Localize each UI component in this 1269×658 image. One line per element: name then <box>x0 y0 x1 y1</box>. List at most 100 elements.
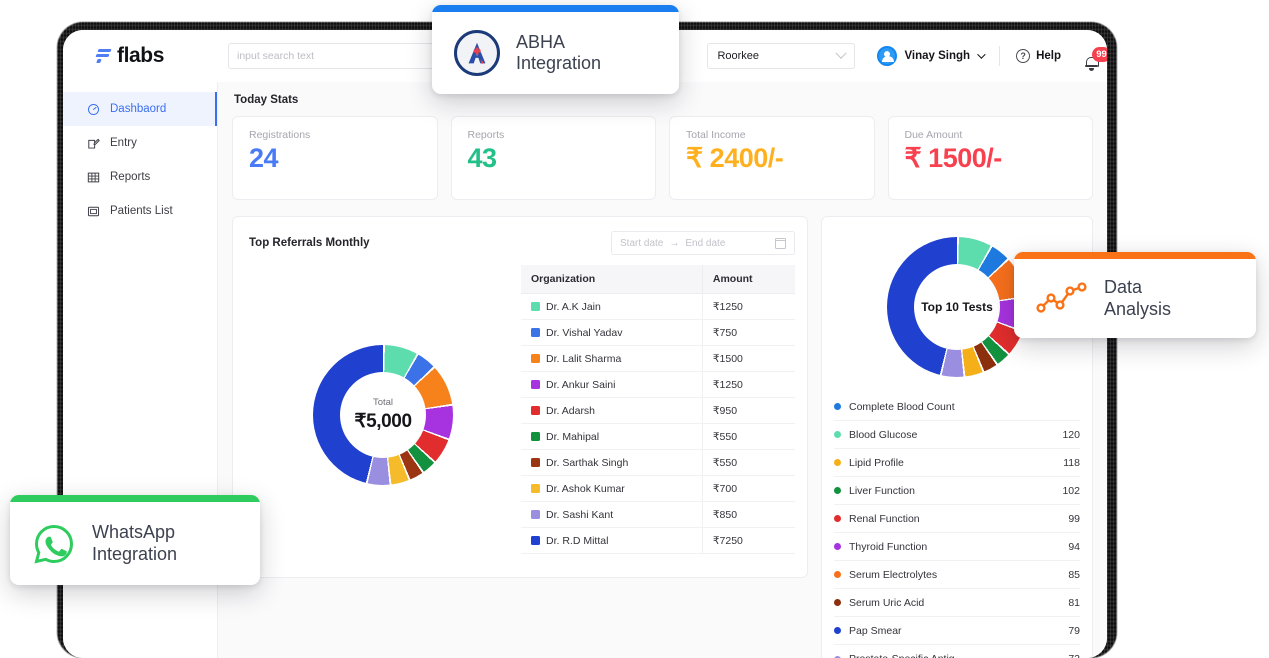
list-item[interactable]: Blood Glucose 120 <box>834 421 1080 449</box>
patients-list-icon <box>87 206 100 216</box>
color-swatch-icon <box>531 431 540 441</box>
date-range-picker[interactable]: Start date → End date <box>611 231 795 255</box>
feature-card-accent-bar <box>1014 252 1256 259</box>
legend-value: 81 <box>1068 596 1080 609</box>
color-swatch-icon <box>531 327 540 337</box>
brand-logo[interactable]: flabs <box>63 44 218 68</box>
sidebar-item-entry[interactable]: Entry <box>63 126 217 160</box>
legend-value: 94 <box>1068 540 1080 553</box>
legend-label: Blood Glucose <box>849 428 918 441</box>
cell-amount: ₹1500 <box>701 345 795 372</box>
color-swatch-icon <box>531 535 540 545</box>
sidebar-item-reports[interactable]: Reports <box>63 160 217 194</box>
organization-name: Dr. Ankur Saini <box>546 378 616 391</box>
legend-label: Serum Electrolytes <box>849 568 938 581</box>
stat-card-due-amount: Due Amount ₹ 1500/- <box>887 116 1093 200</box>
cell-organization: Dr. Lalit Sharma <box>521 345 703 372</box>
cell-amount: ₹1250 <box>701 371 795 398</box>
referrals-body: Total ₹5,000 Organization Amount Dr. A.K… <box>245 265 795 565</box>
list-item[interactable]: Serum Uric Acid 81 <box>834 589 1080 617</box>
user-menu[interactable]: Vinay Singh <box>877 46 986 66</box>
table-row[interactable]: Dr. Sarthak Singh ₹550 <box>521 449 795 476</box>
organization-name: Dr. R.D Mittal <box>546 534 609 547</box>
list-item[interactable]: Pap Smear 79 <box>834 617 1080 645</box>
cell-organization: Dr. Vishal Yadav <box>521 319 703 346</box>
legend-value: 72 <box>1068 653 1080 658</box>
legend-label: Thyroid Function <box>849 540 928 553</box>
search-input[interactable] <box>228 43 460 69</box>
chevron-down-icon <box>977 50 986 59</box>
list-item[interactable]: Liver Function 102 <box>834 477 1080 505</box>
table-row[interactable]: Dr. A.K Jain ₹1250 <box>521 293 795 320</box>
color-swatch-icon <box>531 379 540 389</box>
end-date-input[interactable]: End date <box>685 238 725 249</box>
table-row[interactable]: Dr. Lalit Sharma ₹1500 <box>521 345 795 372</box>
table-row[interactable]: Dr. Ankur Saini ₹1250 <box>521 371 795 398</box>
feature-card-abha[interactable]: ABHA Integration <box>432 5 679 94</box>
chevron-down-icon <box>835 47 848 59</box>
table-row[interactable]: Dr. Mahipal ₹550 <box>521 423 795 450</box>
feature-card-whatsapp[interactable]: WhatsApp Integration <box>10 495 260 585</box>
donut-title: Top 10 Tests <box>921 300 993 314</box>
column-header-amount: Amount <box>701 265 795 294</box>
referrals-donut-container: Total ₹5,000 <box>245 265 521 565</box>
organization-name: Dr. Mahipal <box>546 430 600 443</box>
list-item[interactable]: Complete Blood Count <box>834 393 1080 421</box>
list-item[interactable]: Thyroid Function 94 <box>834 533 1080 561</box>
stat-label: Total Income <box>686 129 746 141</box>
help-button[interactable]: ? Help <box>1016 49 1061 63</box>
table-row[interactable]: Dr. Ashok Kumar ₹700 <box>521 475 795 502</box>
cell-organization: Dr. Sashi Kant <box>521 501 703 528</box>
whatsapp-icon <box>32 522 76 566</box>
list-item[interactable]: Renal Function 99 <box>834 505 1080 533</box>
sidebar-item-patients-list[interactable]: Patients List <box>63 194 217 228</box>
legend-label: Serum Uric Acid <box>849 596 925 609</box>
legend-dot-icon <box>834 487 841 494</box>
start-date-input[interactable]: Start date <box>620 238 663 249</box>
cell-organization: Dr. A.K Jain <box>521 293 703 320</box>
list-item[interactable]: Lipid Profile 118 <box>834 449 1080 477</box>
color-swatch-icon <box>531 353 540 363</box>
legend-dot-icon <box>834 599 841 606</box>
list-item[interactable]: Prostate-Specific Antig72 <box>834 645 1080 658</box>
question-circle-icon: ? <box>1016 49 1031 63</box>
legend-value: 85 <box>1068 568 1080 581</box>
table-row[interactable]: Dr. Sashi Kant ₹850 <box>521 501 795 528</box>
cell-organization: Dr. Mahipal <box>521 423 703 450</box>
cell-amount: ₹750 <box>701 319 795 346</box>
notification-badge: 99 <box>1092 47 1107 62</box>
stat-value: 43 <box>467 143 498 173</box>
table-row[interactable]: Dr. Vishal Yadav ₹750 <box>521 319 795 346</box>
cell-amount: ₹7250 <box>701 527 795 554</box>
organization-name: Dr. Sashi Kant <box>546 508 614 521</box>
legend-label: Complete Blood Count <box>849 400 955 413</box>
panels-row: Top Referrals Monthly Start date → End d… <box>232 216 1093 658</box>
main-content: Today Stats Registrations 24 Reports 43 … <box>218 82 1107 658</box>
flabs-logo-icon <box>95 48 112 65</box>
organization-name: Dr. Adarsh <box>546 404 596 417</box>
cell-organization: Dr. Sarthak Singh <box>521 449 703 476</box>
top-tests-legend: Complete Blood Count Blood Glucose 120 Lipi… <box>834 393 1080 658</box>
legend-dot-icon <box>834 403 841 410</box>
legend-value: 102 <box>1062 484 1080 497</box>
table-row[interactable]: Dr. R.D Mittal ₹7250 <box>521 527 795 554</box>
reports-grid-icon <box>87 172 100 182</box>
feature-card-accent-bar <box>432 5 679 12</box>
feature-card-text: ABHA Integration <box>516 32 601 74</box>
stat-label: Reports <box>467 129 505 141</box>
color-swatch-icon <box>531 509 540 519</box>
referrals-table-body: Dr. A.K Jain ₹1250 Dr. Vishal Yadav ₹750 Dr.… <box>521 293 795 554</box>
today-stats-title: Today Stats <box>234 94 299 106</box>
donut-center: Top 10 Tests <box>914 264 1000 350</box>
legend-value: 79 <box>1068 624 1080 637</box>
referrals-table: Organization Amount Dr. A.K Jain ₹1250 Dr.… <box>521 265 795 554</box>
city-select[interactable]: Roorkee <box>707 43 856 69</box>
header-divider <box>999 46 1001 66</box>
feature-card-data-analysis[interactable]: Data Analysis <box>1014 252 1256 338</box>
sidebar-item-dashboard[interactable]: Dashbaord <box>63 92 217 126</box>
list-item[interactable]: Serum Electrolytes 85 <box>834 561 1080 589</box>
table-row[interactable]: Dr. Adarsh ₹950 <box>521 397 795 424</box>
organization-name: Dr. Sarthak Singh <box>546 456 629 469</box>
feature-card-line2: Analysis <box>1104 298 1172 319</box>
cell-organization: Dr. Adarsh <box>521 397 703 424</box>
